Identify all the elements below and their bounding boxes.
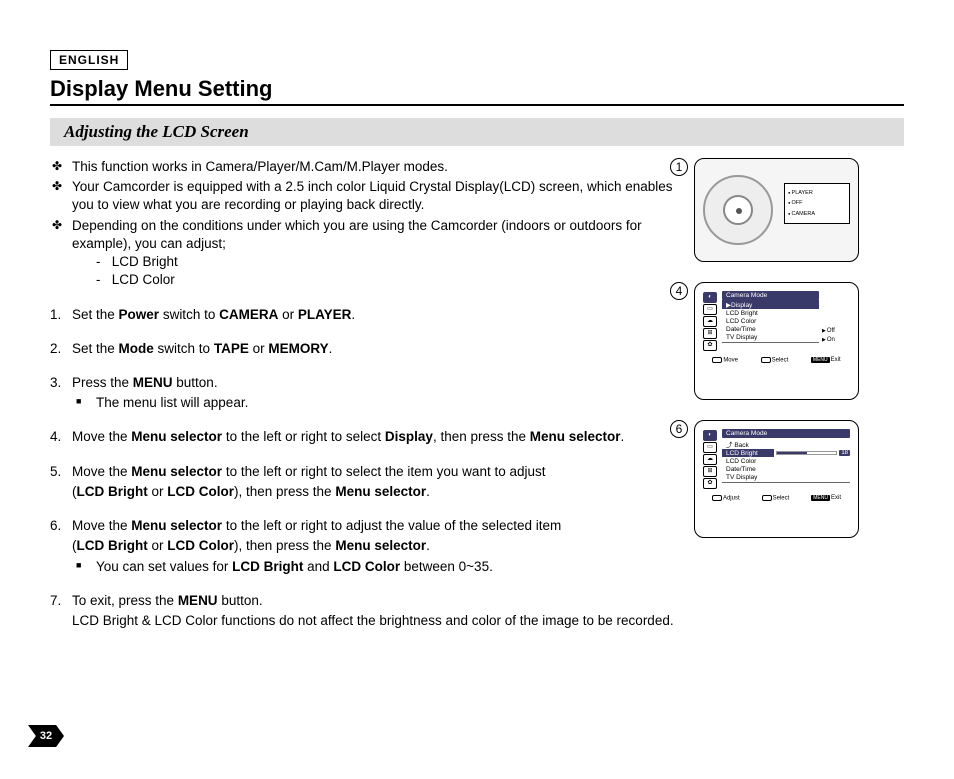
sub-item: LCD Bright: [96, 253, 674, 271]
menu-item: ▶Display: [722, 300, 819, 309]
menu-mode-header: Camera Mode: [722, 429, 850, 438]
step-3: 3. Press the MENU button. The menu list …: [72, 374, 674, 412]
step-1: 1. Set the Power switch to CAMERA or PLA…: [72, 306, 674, 324]
menu-item: Date/Time: [722, 465, 850, 473]
step-7: 7. To exit, press the MENU button. LCD B…: [72, 592, 674, 630]
figure-1: 1 PLAYER OFF CAMERA: [694, 158, 904, 262]
tape-icon: ▭: [703, 442, 717, 453]
menu-item: TV Display: [722, 333, 819, 341]
menu-key-icon: MENU: [811, 495, 830, 501]
menu-item: TV Display: [722, 473, 850, 481]
menu-values: Off On: [822, 291, 850, 351]
instruction-text: This function works in Camera/Player/M.C…: [50, 158, 674, 646]
power-dial-icon: [701, 167, 776, 255]
camera-icon: ◐: [703, 430, 717, 441]
display-icon: ⊞: [703, 328, 717, 339]
page-title: Display Menu Setting: [50, 76, 904, 102]
slider-value: 18: [839, 450, 850, 456]
menu-item: LCD Bright: [722, 309, 819, 317]
step-5: 5. Move the Menu selector to the left or…: [72, 463, 674, 501]
figure-number-4: 4: [670, 282, 688, 300]
step-6: 6. Move the Menu selector to the left or…: [72, 517, 674, 576]
tools-icon: ✿: [703, 340, 717, 351]
menu-mode-header: Camera Mode: [722, 291, 819, 300]
section-subtitle: Adjusting the LCD Screen: [50, 118, 904, 146]
select-key-icon: [761, 357, 771, 363]
menu-key-icon: MENU: [811, 357, 830, 363]
step-4: 4. Move the Menu selector to the left or…: [72, 428, 674, 446]
menu-item: LCD Color: [722, 457, 850, 465]
step-2: 2. Set the Mode switch to TAPE or MEMORY…: [72, 340, 674, 358]
menu-item-selected: LCD Bright: [722, 449, 774, 457]
bullet-item: Your Camcorder is equipped with a 2.5 in…: [72, 178, 674, 214]
value-slider: [776, 451, 837, 455]
select-key-icon: [762, 495, 772, 501]
move-key-icon: [712, 357, 722, 363]
figure-6: 6 ◐ ▭ ☁ ⊞ ✿ Camera Mode ⤴ Back LCD Brigh: [694, 420, 904, 538]
bullet-item: This function works in Camera/Player/M.C…: [72, 158, 674, 176]
mic-icon: ☁: [703, 316, 717, 327]
display-icon: ⊞: [703, 466, 717, 477]
sub-item: LCD Color: [96, 271, 674, 289]
figure-number-6: 6: [670, 420, 688, 438]
page-number-badge: 32: [28, 725, 68, 749]
figure-4: 4 ◐ ▭ ☁ ⊞ ✿ Camera Mode ▶Display LCD Bri…: [694, 282, 904, 400]
title-rule: [50, 104, 904, 106]
bullet-item: Depending on the conditions under which …: [72, 217, 674, 290]
mic-icon: ☁: [703, 454, 717, 465]
language-label: ENGLISH: [50, 50, 128, 70]
menu-item: LCD Color: [722, 317, 819, 325]
camera-icon: ◐: [703, 292, 717, 303]
menu-item: Date/Time: [722, 325, 819, 333]
tools-icon: ✿: [703, 478, 717, 489]
figure-number-1: 1: [670, 158, 688, 176]
tape-icon: ▭: [703, 304, 717, 315]
adjust-key-icon: [712, 495, 722, 501]
menu-back: ⤴ Back: [722, 438, 850, 449]
dial-labels: PLAYER OFF CAMERA: [784, 183, 850, 224]
